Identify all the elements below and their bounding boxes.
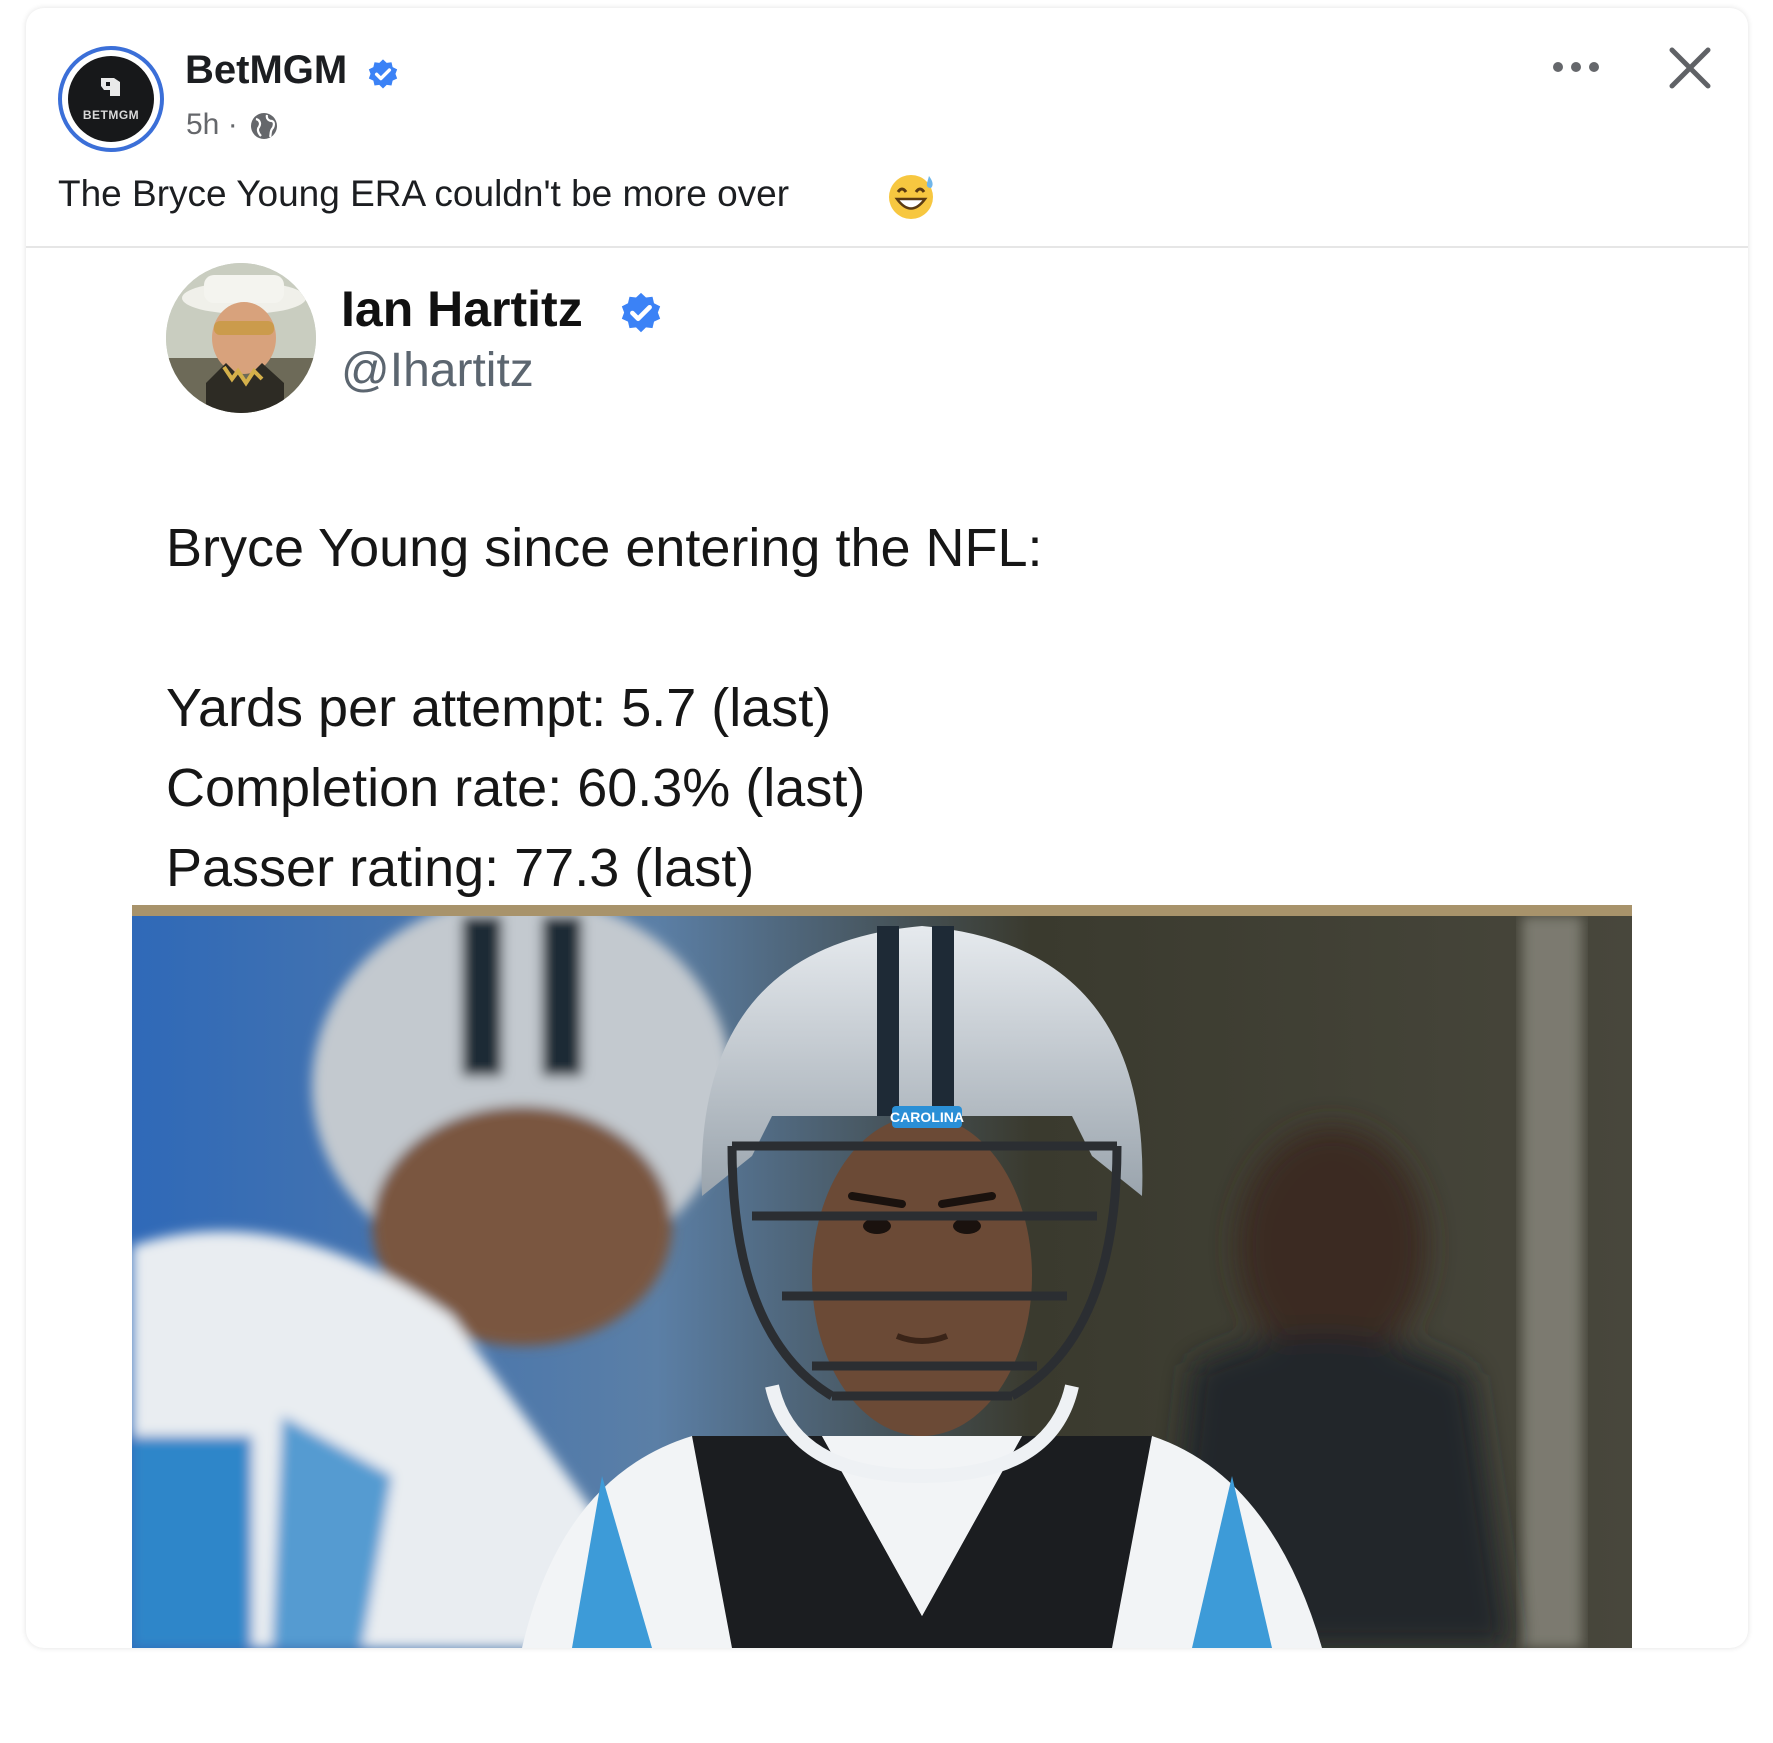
post-caption: The Bryce Young ERA couldn't be more ove… [58, 173, 790, 214]
verified-badge-icon [621, 292, 661, 333]
post-header: BETMGM BetMGM 5h · [26, 8, 1748, 158]
tweet-author-name[interactable]: Ian Hartitz [341, 280, 583, 338]
lion-logo-icon [101, 78, 120, 96]
logo-text: BETMGM [82, 108, 140, 122]
author-photo [166, 263, 316, 413]
grinning-sweat-emoji-icon [889, 175, 933, 219]
globe-icon[interactable] [248, 110, 280, 142]
photo-gold-border [132, 905, 1632, 916]
post-timestamp[interactable]: 5h · [186, 108, 238, 142]
verified-badge-icon [368, 59, 398, 89]
stat-passer-rating: Passer rating: 77.3 (last) [166, 838, 755, 898]
post-card: BETMGM BetMGM 5h · The Bryce Young ERA c… [26, 8, 1748, 1648]
player-photo: CAROLINA [132, 916, 1632, 1648]
page-avatar[interactable]: BETMGM [58, 46, 164, 152]
page-name[interactable]: BetMGM [185, 48, 347, 93]
helmet-text: CAROLINA [890, 1109, 964, 1125]
tweet-text: Bryce Young since entering the NFL: Yard… [166, 508, 1043, 908]
tweet-headline: Bryce Young since entering the NFL: [166, 518, 1043, 578]
betmgm-logo: BETMGM [68, 56, 154, 142]
spacer-line [166, 588, 1043, 668]
more-options-icon[interactable] [1546, 52, 1606, 82]
stat-completion-rate: Completion rate: 60.3% (last) [166, 758, 866, 818]
divider [26, 246, 1748, 248]
tweet-author-handle[interactable]: @Ihartitz [341, 343, 534, 398]
tweet-photo[interactable]: CAROLINA [132, 905, 1632, 1648]
tweet-author-avatar[interactable] [166, 263, 316, 413]
close-icon[interactable] [1666, 44, 1714, 92]
stat-yards-per-attempt: Yards per attempt: 5.7 (last) [166, 678, 832, 738]
